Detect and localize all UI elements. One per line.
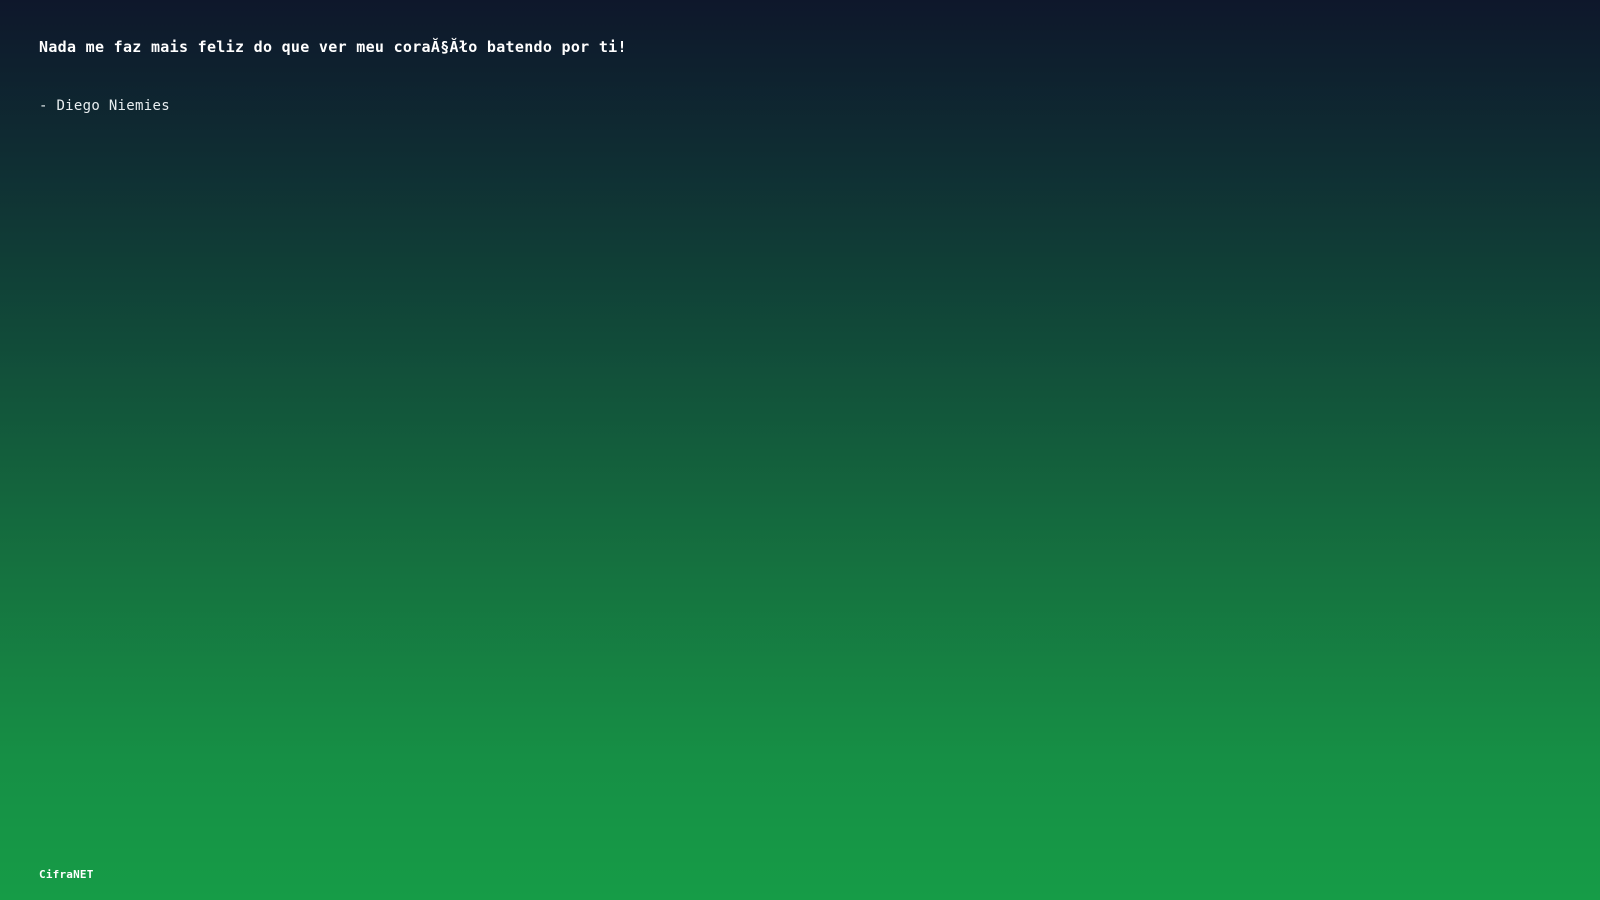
page-background: { "quote": { "text": "Nada me faz mais f… xyxy=(0,0,1600,900)
quote-text: Nada me faz mais feliz do que ver meu co… xyxy=(39,38,627,56)
brand-label: CifraNET xyxy=(39,868,94,881)
quote-author: - Diego Niemies xyxy=(39,98,170,114)
